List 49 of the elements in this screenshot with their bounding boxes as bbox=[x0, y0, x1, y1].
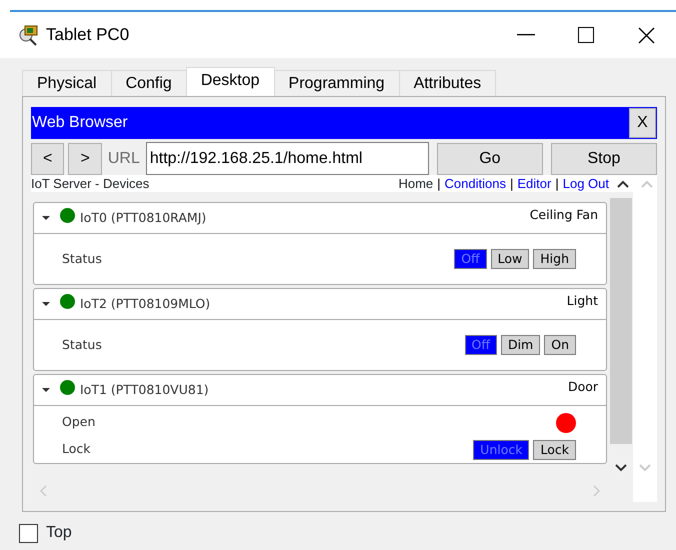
nav-link[interactable]: Conditions bbox=[444, 175, 506, 192]
forward-button[interactable]: > bbox=[68, 142, 102, 174]
separator: | bbox=[437, 175, 441, 192]
home-link[interactable]: Home bbox=[398, 175, 434, 192]
url-label: URL bbox=[108, 148, 140, 168]
separator: | bbox=[510, 175, 514, 192]
device-name: IoT2 (PTT08109MLO) bbox=[80, 294, 210, 313]
scroll-up-icon[interactable] bbox=[617, 180, 629, 188]
back-button[interactable]: < bbox=[31, 142, 64, 174]
collapse-icon[interactable] bbox=[42, 387, 50, 393]
field-label: Lock bbox=[62, 440, 91, 458]
close-icon bbox=[638, 26, 654, 44]
close-browser-button[interactable]: X bbox=[629, 108, 656, 138]
checkbox[interactable] bbox=[19, 524, 38, 542]
field-label: Status bbox=[62, 250, 102, 268]
option-button[interactable]: Dim bbox=[500, 335, 540, 355]
field-label: Status bbox=[62, 336, 102, 354]
url-field[interactable]: http://192.168.25.1/home.html bbox=[146, 142, 429, 175]
device-type: Light bbox=[566, 292, 598, 310]
page-heading: IoT Server - Devices bbox=[31, 175, 150, 192]
minimize-icon bbox=[517, 34, 535, 36]
separator: | bbox=[555, 175, 559, 192]
field-label: Open bbox=[62, 413, 96, 432]
nav-link[interactable]: Log Out bbox=[562, 175, 609, 192]
checkbox-label: Top bbox=[46, 523, 72, 543]
browser-title: Web Browser bbox=[32, 113, 128, 133]
option-button[interactable]: On bbox=[544, 335, 576, 355]
scrollbar-thumb[interactable] bbox=[610, 198, 632, 444]
option-button[interactable]: Lock bbox=[533, 440, 576, 460]
tab[interactable]: Attributes bbox=[398, 70, 496, 96]
option-button[interactable]: Low bbox=[490, 249, 530, 269]
app-icon bbox=[18, 24, 40, 46]
maximize-icon bbox=[578, 27, 594, 43]
scroll-down-icon[interactable] bbox=[615, 464, 627, 472]
collapse-icon[interactable] bbox=[42, 301, 50, 307]
device-name: IoT1 (PTT0810VU81) bbox=[80, 380, 209, 399]
stop-button[interactable]: Stop bbox=[550, 142, 657, 174]
tab[interactable]: Physical bbox=[22, 70, 112, 96]
scroll-down-icon bbox=[639, 464, 651, 472]
device-name: IoT0 (PTT0810RAMJ) bbox=[80, 208, 206, 227]
device-type: Ceiling Fan bbox=[530, 206, 598, 224]
window-title: Tablet PC0 bbox=[46, 24, 130, 46]
go-button[interactable]: Go bbox=[436, 142, 543, 174]
device-type: Door bbox=[568, 378, 598, 396]
scroll-up-icon bbox=[641, 180, 653, 188]
collapse-icon[interactable] bbox=[42, 215, 50, 221]
option-button[interactable]: High bbox=[533, 249, 576, 269]
nav-link[interactable]: Editor bbox=[517, 175, 552, 192]
tab[interactable]: Desktop bbox=[186, 67, 275, 96]
